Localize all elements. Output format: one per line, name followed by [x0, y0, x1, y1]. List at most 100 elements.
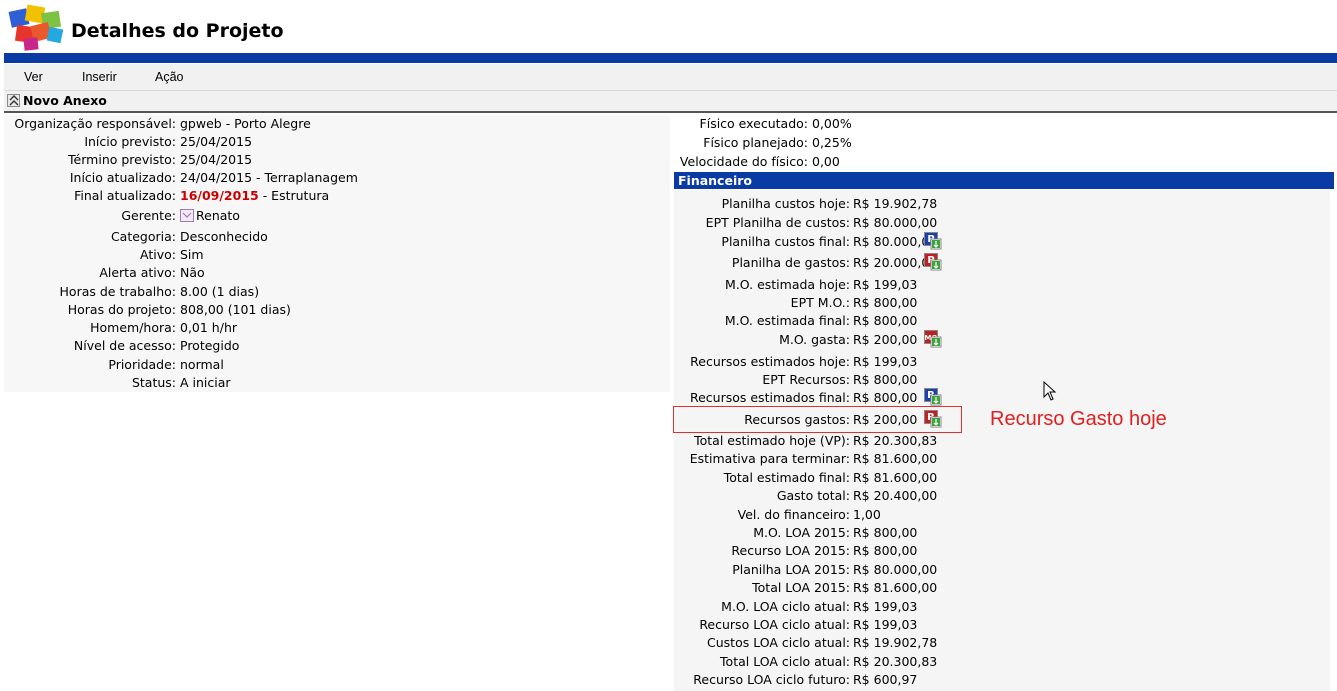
financeiro-row: Planilha custos hoje: R$ 19.902,78 — [674, 195, 1330, 213]
financeiro-label: Total estimado hoje (VP): — [694, 433, 850, 448]
progress-value: 0,00% — [812, 116, 852, 131]
financeiro-value: R$ 80.000,00 — [853, 215, 938, 230]
financeiro-value: R$ 20.400,00 — [853, 488, 938, 503]
financeiro-value: R$ 800,00 — [853, 313, 918, 328]
detail-label: Horas do projeto: — [67, 302, 176, 317]
financeiro-value: R$ 80.000,00 — [853, 562, 938, 577]
detail-row: Início atualizado: 24/04/2015 - Terraplan… — [4, 169, 670, 187]
header-divider — [4, 53, 1337, 63]
financeiro-value: R$ 800,00 — [853, 295, 918, 310]
page-title: Detalhes do Projeto — [71, 20, 284, 42]
detail-value: 24/04/2015 - Terraplanagem — [180, 170, 358, 185]
financeiro-label: Recurso LOA ciclo futuro: — [693, 672, 850, 687]
financeiro-label: M.O. LOA ciclo atual: — [721, 599, 850, 614]
detail-row: Alerta ativo: Não — [4, 264, 670, 282]
detail-label: Início previsto: — [84, 134, 176, 149]
financeiro-value: R$ 800,00 — [853, 525, 918, 540]
financeiro-row: EPT Planilha de custos: R$ 80.000,00 — [674, 214, 1330, 232]
financeiro-row: Planilha LOA 2015: R$ 80.000,00 — [674, 561, 1330, 579]
financeiro-value: 1,00 — [853, 507, 881, 522]
section-title: Novo Anexo — [23, 93, 107, 108]
physical-progress-panel: Físico executado: 0,00% Físico planejado: 0… — [672, 115, 1337, 171]
financeiro-label: EPT Planilha de custos: — [705, 215, 850, 230]
detail-row: Prioridade: normal — [4, 356, 670, 374]
detail-label: Gerente: — [121, 208, 176, 223]
financeiro-label: Recursos estimados final: — [689, 390, 850, 405]
financeiro-value: R$ 600,97 — [853, 672, 918, 687]
menu-inserir[interactable]: Inserir — [82, 70, 117, 84]
manager-name[interactable]: Renato — [196, 208, 240, 223]
detail-value: Não — [180, 265, 205, 280]
financeiro-label: Recursos estimados hoje: — [690, 354, 850, 369]
financeiro-value: R$ 800,00 — [853, 372, 918, 387]
spreadsheet-p-icon[interactable]: P — [924, 232, 942, 250]
highlight-date: 16/09/2015 — [180, 188, 259, 203]
financeiro-row: Gasto total: R$ 20.400,00 — [674, 487, 1330, 505]
detail-row: Homem/hora: 0,01 h/hr — [4, 319, 670, 337]
financeiro-row: Planilha custos final:R$ 80.000,00P — [674, 232, 1330, 251]
detail-value: 0,01 h/hr — [180, 320, 238, 335]
collapse-icon[interactable] — [7, 94, 20, 107]
menu-acao[interactable]: Ação — [155, 70, 184, 84]
financeiro-row: Recurso LOA ciclo futuro: R$ 600,97 — [674, 671, 1330, 689]
financeiro-label: Planilha de gastos: — [731, 255, 850, 270]
financeiro-row: Recurso LOA 2015: R$ 800,00 — [674, 542, 1330, 560]
financeiro-label: Planilha LOA 2015: — [732, 562, 850, 577]
financeiro-row: Planilha de gastos:R$ 20.000,00P — [674, 253, 1330, 272]
detail-row: Término previsto: 25/04/2015 — [4, 151, 670, 169]
financeiro-label: Recurso LOA 2015: — [731, 543, 850, 558]
detail-row: Organização responsável: gpweb - Porto Al… — [4, 115, 670, 133]
financeiro-value: R$ 20.300,83 — [853, 654, 938, 669]
financeiro-label: Total LOA ciclo atual: — [720, 654, 850, 669]
financeiro-label: M.O. estimada hoje: — [725, 277, 850, 292]
detail-label: Início atualizado: — [69, 170, 176, 185]
detail-value: 808,00 (101 dias) — [180, 302, 291, 317]
spreadsheet-mo-icon[interactable]: MO — [924, 330, 942, 348]
financeiro-label: Gasto total: — [776, 488, 850, 503]
detail-label: Horas de trabalho: — [59, 284, 176, 299]
detail-row: Nível de acesso: Protegido — [4, 337, 670, 355]
financeiro-label: M.O. LOA 2015: — [753, 525, 850, 540]
financeiro-value: R$ 81.600,00 — [853, 470, 938, 485]
spreadsheet-p-icon[interactable]: P — [924, 253, 942, 271]
annotation-text: Recurso Gasto hoje — [990, 408, 1167, 430]
financeiro-row: Total estimado hoje (VP): R$ 20.300,83 — [674, 432, 1330, 450]
detail-label: Organização responsável: — [14, 116, 176, 131]
mouse-cursor-icon — [1043, 380, 1057, 404]
user-dropdown-icon[interactable] — [180, 209, 194, 222]
financeiro-row: EPT M.O.: R$ 800,00 — [674, 294, 1330, 312]
progress-row: Velocidade do físico: 0,00 — [672, 153, 1337, 171]
financeiro-value: R$ 199,03 — [853, 354, 918, 369]
detail-label: Ativo: — [140, 247, 176, 262]
financeiro-header: Financeiro — [674, 172, 1334, 189]
puzzle-logo-icon — [4, 4, 68, 52]
detail-row: Status: A iniciar — [4, 374, 670, 392]
detail-value: Desconhecido — [180, 229, 268, 244]
detail-row: Categoria: Desconhecido — [4, 228, 670, 246]
financeiro-row: Total LOA 2015: R$ 81.600,00 — [674, 579, 1330, 597]
financeiro-label: EPT Recursos: — [762, 372, 850, 387]
financeiro-value: R$ 199,03 — [853, 277, 918, 292]
financeiro-label: Planilha custos hoje: — [721, 196, 850, 211]
detail-value: 16/09/2015 - Estrutura — [180, 187, 329, 205]
detail-value-rest: - Estrutura — [258, 188, 330, 203]
detail-label: Alerta ativo: — [99, 265, 176, 280]
detail-value: Protegido — [180, 338, 240, 353]
detail-label: Nível de acesso: — [73, 338, 176, 353]
detail-label: Status: — [131, 375, 176, 390]
spreadsheet-r-icon[interactable]: R — [924, 388, 942, 406]
financeiro-value: R$ 81.600,00 — [853, 580, 938, 595]
financeiro-value: R$ 200,00 — [853, 332, 918, 347]
financeiro-label: Total estimado final: — [723, 470, 850, 485]
financeiro-row: M.O. estimada hoje: R$ 199,03 — [674, 276, 1330, 294]
detail-row: Final atualizado: 16/09/2015 - Estrutura — [4, 187, 670, 205]
financeiro-label: Planilha custos final: — [721, 234, 850, 249]
detail-row: Horas de trabalho: 8.00 (1 dias) — [4, 283, 670, 301]
financeiro-value: R$ 20.300,83 — [853, 433, 938, 448]
menu-ver[interactable]: Ver — [24, 70, 43, 84]
detail-value: normal — [180, 357, 224, 372]
financeiro-row: Estimativa para terminar: R$ 81.600,00 — [674, 450, 1330, 468]
project-details-panel: Organização responsável: gpweb - Porto Al… — [4, 115, 670, 392]
financeiro-label: Custos LOA ciclo atual: — [707, 635, 850, 650]
financeiro-row: M.O. estimada final: R$ 800,00 — [674, 312, 1330, 330]
